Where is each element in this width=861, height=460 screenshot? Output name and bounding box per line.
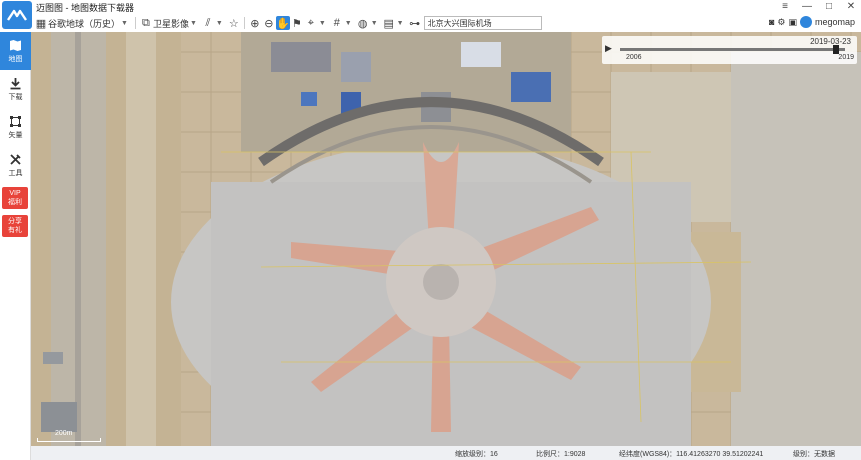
globe-dropdown[interactable]: ◍ ▼ xyxy=(356,15,378,31)
timeline-track[interactable] xyxy=(620,48,845,51)
chevron-down-icon: ▼ xyxy=(396,19,404,27)
map-view[interactable]: 2019-03-23 ▶ 2006 2019 200m xyxy=(31,32,861,446)
settings-icon[interactable]: ⚙ xyxy=(777,17,785,28)
share-gift-button[interactable]: 分享 有礼 xyxy=(2,215,28,237)
sidebar-item-download[interactable]: 下载 xyxy=(0,70,31,108)
chevron-down-icon: ▼ xyxy=(370,19,378,27)
chevron-down-icon: ▼ xyxy=(121,19,128,27)
scale-status: 比例尺：1:9028 xyxy=(536,451,586,458)
chevron-down-icon: ▼ xyxy=(344,19,352,27)
brand-logo-icon xyxy=(799,16,812,28)
toolbar-divider xyxy=(243,17,245,29)
sidebar-item-vector[interactable]: 矢量 xyxy=(0,108,31,146)
search-input[interactable] xyxy=(423,16,542,30)
timeline-current-date: 2019-03-23 xyxy=(810,37,851,46)
favorite-star-icon[interactable]: ☆ xyxy=(227,16,241,30)
zoom-in-icon[interactable]: ⊕ xyxy=(248,16,262,30)
sidebar-item-map[interactable]: 地图 xyxy=(0,32,31,70)
ruler-icon: ⫽ xyxy=(205,16,211,29)
play-icon[interactable]: ▶ xyxy=(605,43,612,54)
layer-label: 卫星影像 xyxy=(152,18,189,29)
sidebar-item-label: 矢量 xyxy=(8,132,23,139)
sidebar: 地图 下载 矢量 工具 VIP 福利 分享 有礼 xyxy=(0,32,31,460)
scale-bar-label: 200m xyxy=(55,430,73,437)
zoom-level-status: 缩放级别：16 xyxy=(455,451,498,458)
satellite-imagery xyxy=(31,32,861,446)
toolbar-divider xyxy=(134,17,136,29)
map-pin-icon: ⌖ xyxy=(307,16,314,29)
pan-hand-icon[interactable]: ✋ xyxy=(275,16,290,30)
chevron-down-icon: ▼ xyxy=(215,19,223,27)
download-icon xyxy=(9,76,23,90)
table-icon: ▤ xyxy=(383,17,394,30)
coordinates-status: 经纬度(WGS84)：116.41263270 39.51202241 xyxy=(619,451,764,458)
close-button[interactable]: ✕ xyxy=(845,0,857,13)
vip-benefits-button[interactable]: VIP 福利 xyxy=(2,187,28,209)
toolbar: ▦ 谷歌地球（历史） ▼ ⧉ 卫星影像 ▼ ⫽ ▼ ☆ ⊕ ⊖ ✋ ⚑ ⌖ ▼ … xyxy=(34,14,861,32)
ruler-dropdown[interactable]: ⫽ ▼ xyxy=(201,15,223,31)
minimize-button[interactable]: — xyxy=(801,0,813,13)
search-location-icon[interactable]: ⊶ xyxy=(408,16,422,30)
level-status: 级别：无数据 xyxy=(793,451,835,458)
chevron-down-icon: ▼ xyxy=(189,19,197,27)
fullscreen-icon[interactable]: ▣ xyxy=(788,17,797,28)
grid-dropdown[interactable]: # ▼ xyxy=(330,15,352,31)
table-dropdown[interactable]: ▤ ▼ xyxy=(382,15,404,31)
scale-bar-line xyxy=(37,438,101,442)
vector-icon xyxy=(9,114,23,128)
menu-button[interactable]: ≡ xyxy=(779,0,791,13)
timeline-start-year: 2006 xyxy=(626,54,642,61)
sidebar-item-label: 地图 xyxy=(8,56,23,63)
map-icon xyxy=(9,38,23,52)
zoom-out-icon[interactable]: ⊖ xyxy=(262,16,276,30)
chevron-down-icon: ▼ xyxy=(318,19,326,27)
timeline-end-year: 2019 xyxy=(838,54,854,61)
window-controls: ≡ — □ ✕ xyxy=(779,0,857,13)
sidebar-item-label: 下载 xyxy=(8,94,23,101)
map-source-label: 谷歌地球（历史） xyxy=(48,18,121,29)
globe-icon: ◍ xyxy=(357,17,368,30)
status-bar: 缩放级别：16 比例尺：1:9028 经纬度(WGS84)：116.412632… xyxy=(31,446,861,460)
history-timeline[interactable]: 2019-03-23 ▶ 2006 2019 xyxy=(602,36,857,64)
timeline-thumb[interactable] xyxy=(833,45,839,54)
sidebar-item-label: 工具 xyxy=(8,170,23,177)
map-source-dropdown[interactable]: ▦ 谷歌地球（历史） ▼ xyxy=(34,15,128,31)
layer-dropdown[interactable]: ⧉ 卫星影像 ▼ xyxy=(139,15,197,31)
title-bar: 迈图图 - 地图数据下载器 ≡ — □ ✕ xyxy=(0,0,861,29)
window-title: 迈图图 - 地图数据下载器 xyxy=(36,3,134,13)
brand: ◙ ⚙ ▣ megomap xyxy=(769,16,855,28)
map-source-icon: ▦ xyxy=(35,17,47,30)
app-logo-icon xyxy=(2,1,32,29)
grid-icon: # xyxy=(333,17,340,29)
scale-bar: 200m xyxy=(37,430,101,442)
maximize-button[interactable]: □ xyxy=(823,0,835,13)
sidebar-item-tools[interactable]: 工具 xyxy=(0,146,31,184)
tools-icon xyxy=(9,152,23,166)
marker-dropdown[interactable]: ⌖ ▼ xyxy=(304,15,326,31)
brand-name: megomap xyxy=(814,17,855,27)
flag-icon[interactable]: ⚑ xyxy=(290,16,304,30)
camera-icon[interactable]: ◙ xyxy=(769,17,774,27)
layer-icon: ⧉ xyxy=(142,16,150,29)
